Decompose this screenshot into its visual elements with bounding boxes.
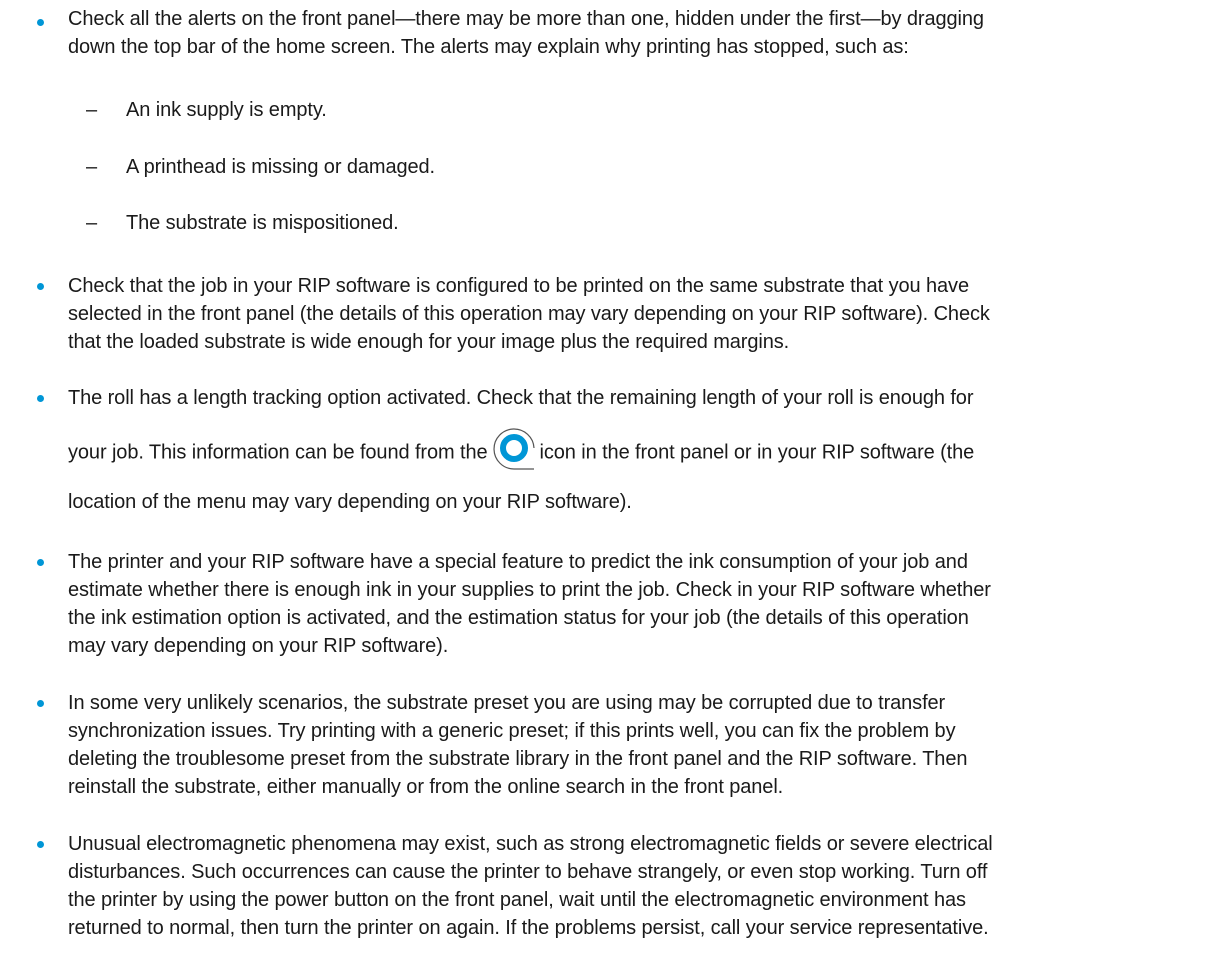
text-line: disturbances. Such occurrences can cause… bbox=[68, 861, 988, 883]
text-line: returned to normal, then turn the printe… bbox=[68, 917, 989, 939]
subitem-substrate: – The substrate is mispositioned. bbox=[0, 209, 1206, 237]
subitem-text: An ink supply is empty. bbox=[126, 99, 327, 121]
bullet-text: Check all the alerts on the front panel—… bbox=[68, 5, 1198, 61]
text-line: Unusual electromagnetic phenomena may ex… bbox=[68, 833, 993, 855]
text-line: the printer by using the power button on… bbox=[68, 889, 966, 911]
text-line: estimate whether there is enough ink in … bbox=[68, 579, 991, 601]
bullet-dot bbox=[37, 395, 44, 402]
bullet-dot bbox=[37, 841, 44, 848]
bullet-text: The roll has a length tracking option ac… bbox=[68, 384, 1198, 516]
text-line: deleting the troublesome preset from the… bbox=[68, 748, 968, 770]
text-line: The roll has a length tracking option ac… bbox=[68, 387, 974, 409]
text-line: The printer and your RIP software have a… bbox=[68, 551, 968, 573]
bullet-text: Check that the job in your RIP software … bbox=[68, 272, 1198, 356]
text-line: that the loaded substrate is wide enough… bbox=[68, 331, 790, 353]
subitem-printhead: – A printhead is missing or damaged. bbox=[0, 153, 1206, 181]
subitem-text: The substrate is mispositioned. bbox=[126, 212, 399, 234]
text-line: the ink estimation option is activated, … bbox=[68, 607, 969, 629]
text-line: Check all the alerts on the front panel—… bbox=[68, 8, 984, 30]
roll-icon bbox=[492, 428, 535, 470]
text-line: In some very unlikely scenarios, the sub… bbox=[68, 692, 946, 714]
bullet-dot bbox=[37, 19, 44, 26]
subitem-text: A printhead is missing or damaged. bbox=[126, 156, 435, 178]
text-line: Check that the job in your RIP software … bbox=[68, 275, 969, 297]
text-line: reinstall the substrate, either manually… bbox=[68, 776, 784, 798]
bullet-dot bbox=[37, 559, 44, 566]
text-line: may vary depending on your RIP software)… bbox=[68, 635, 449, 657]
dash-marker: – bbox=[86, 156, 98, 178]
bullet-text: The printer and your RIP software have a… bbox=[68, 548, 1198, 660]
dash-marker: – bbox=[86, 99, 98, 121]
bullet-dot bbox=[37, 283, 44, 290]
bullet-dot bbox=[37, 700, 44, 707]
text-line: selected in the front panel (the details… bbox=[68, 303, 990, 325]
text-line-with-icon: your job. This information can be found … bbox=[68, 428, 1198, 470]
text-line: down the top bar of the home screen. The… bbox=[68, 36, 909, 58]
text-line: synchronization issues. Try printing wit… bbox=[68, 720, 956, 742]
text-line: location of the menu may vary depending … bbox=[68, 491, 632, 513]
bullet-text: Unusual electromagnetic phenomena may ex… bbox=[68, 830, 1198, 942]
bullet-text: In some very unlikely scenarios, the sub… bbox=[68, 689, 1198, 801]
subitem-ink-empty: – An ink supply is empty. bbox=[0, 96, 1206, 124]
dash-marker: – bbox=[86, 212, 98, 234]
